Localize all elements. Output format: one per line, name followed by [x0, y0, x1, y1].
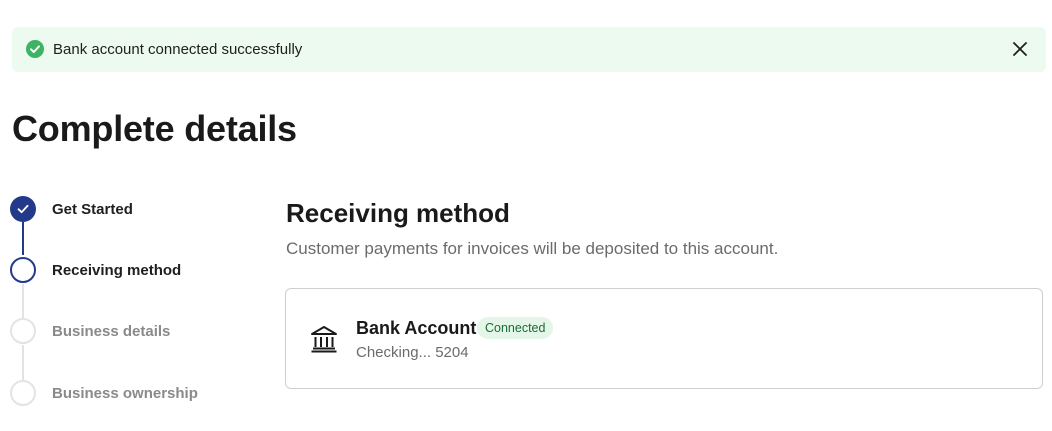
check-circle-icon	[26, 40, 44, 58]
close-icon	[1013, 42, 1027, 56]
success-toast: Bank account connected successfully	[12, 27, 1046, 72]
step-get-started[interactable]: Get Started	[10, 196, 250, 224]
account-name: Bank Account	[356, 318, 477, 338]
step-indicator-upcoming	[10, 318, 36, 344]
bank-account-card[interactable]: Bank Account Connected Checking... 5204	[285, 288, 1043, 389]
section-title: Receiving method	[286, 198, 510, 228]
step-receiving-method[interactable]: Receiving method	[10, 257, 250, 285]
step-label: Get Started	[52, 201, 133, 218]
step-indicator-completed	[10, 196, 36, 222]
step-label: Business ownership	[52, 385, 198, 402]
step-indicator-current	[10, 257, 36, 283]
check-icon	[17, 204, 29, 214]
step-business-ownership[interactable]: Business ownership	[10, 380, 250, 408]
account-detail: Checking... 5204	[356, 344, 469, 361]
toast-message: Bank account connected successfully	[53, 41, 303, 58]
page-title: Complete details	[12, 108, 297, 149]
step-label: Receiving method	[52, 262, 182, 279]
step-business-details[interactable]: Business details	[10, 318, 250, 346]
section-subtitle: Customer payments for invoices will be d…	[286, 239, 779, 258]
progress-stepper: Get Started Receiving method Business de…	[10, 196, 250, 416]
step-label: Business details	[52, 323, 171, 340]
step-indicator-upcoming	[10, 380, 36, 406]
step-connector	[22, 222, 24, 255]
status-badge: Connected	[477, 317, 554, 339]
bank-icon	[311, 326, 337, 353]
close-toast-button[interactable]	[1012, 41, 1028, 57]
step-connector	[22, 284, 24, 318]
step-connector	[22, 345, 24, 380]
